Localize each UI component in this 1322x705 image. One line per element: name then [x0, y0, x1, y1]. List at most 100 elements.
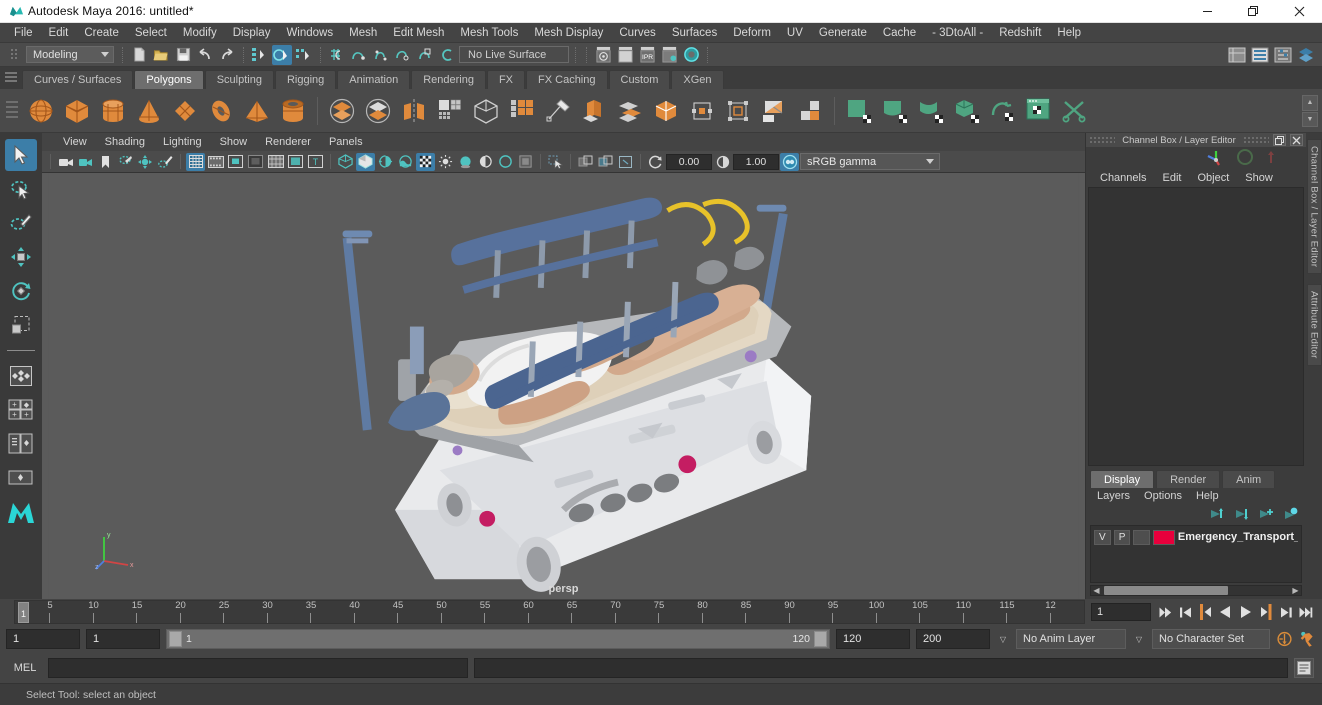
status-line-grip[interactable] — [4, 45, 24, 65]
poly-smooth-icon[interactable] — [433, 94, 467, 128]
range-slider[interactable]: 1 120 — [166, 629, 830, 649]
scroll-left-icon[interactable]: ◀ — [1091, 586, 1102, 595]
single-perspective-layout[interactable] — [5, 360, 37, 392]
save-scene-icon[interactable] — [173, 45, 193, 65]
gate-mask-icon[interactable] — [246, 153, 265, 171]
show-hide-tool-settings-icon[interactable] — [1273, 45, 1293, 65]
smooth-shade-all-icon[interactable] — [356, 152, 375, 171]
layer-list-hscrollbar[interactable]: ◀ ▶ — [1090, 585, 1302, 596]
select-by-component-icon[interactable] — [294, 45, 314, 65]
tab-anim[interactable]: Anim — [1222, 470, 1276, 488]
uv-spherical-icon[interactable] — [914, 94, 948, 128]
hypershade-icon[interactable] — [681, 45, 701, 65]
four-view-layout[interactable]: + ◆ + + — [5, 394, 37, 426]
wireframe-icon[interactable] — [336, 153, 355, 171]
redo-previous-render-icon[interactable] — [615, 45, 635, 65]
shelf-tab-custom[interactable]: Custom — [608, 70, 671, 89]
layer-menu-layers[interactable]: Layers — [1090, 488, 1137, 505]
color-management-selector[interactable]: sRGB gamma — [800, 153, 940, 170]
channel-box-menu-channels[interactable]: Channels — [1092, 169, 1154, 187]
use-default-light-icon[interactable] — [416, 152, 435, 171]
grease-pencil-icon[interactable] — [156, 153, 175, 171]
poly-wedge-icon[interactable] — [685, 94, 719, 128]
channel-box-menu-show[interactable]: Show — [1237, 169, 1281, 187]
poly-cylinder-icon[interactable] — [96, 94, 130, 128]
show-hide-modeling-toolkit-icon[interactable] — [1227, 45, 1247, 65]
poly-multicut-icon[interactable] — [505, 94, 539, 128]
range-slider-left-handle[interactable] — [169, 631, 182, 647]
menu-generate[interactable]: Generate — [811, 23, 875, 43]
poly-pyramid-icon[interactable] — [240, 94, 274, 128]
motion-blur-icon[interactable] — [476, 153, 495, 171]
scale-tool[interactable] — [5, 309, 37, 341]
shelf-tab-grip[interactable] — [5, 72, 17, 84]
range-end-field[interactable]: 120 — [836, 629, 910, 649]
resolution-gate-icon[interactable] — [226, 153, 245, 171]
animation-start-field[interactable]: 1 — [6, 629, 80, 649]
poly-reduce-icon[interactable] — [757, 94, 791, 128]
shelf-tab-polygons[interactable]: Polygons — [134, 70, 204, 89]
safe-title-icon[interactable]: T — [306, 153, 325, 171]
uv-planar-icon[interactable] — [842, 94, 876, 128]
viewport-menu-lighting[interactable]: Lighting — [154, 133, 211, 151]
command-language-label[interactable]: MEL — [8, 662, 42, 674]
menu-redshift[interactable]: Redshift — [991, 23, 1049, 43]
vertical-tab-channel-box[interactable]: Channel Box / Layer Editor — [1306, 139, 1322, 275]
shelf-tab-sculpting[interactable]: Sculpting — [204, 70, 274, 89]
poly-mirror-icon[interactable] — [397, 94, 431, 128]
viewport-menu-show[interactable]: Show — [211, 133, 257, 151]
uv-cylindrical-icon[interactable] — [878, 94, 912, 128]
tab-render[interactable]: Render — [1156, 470, 1221, 488]
xray-joints-icon[interactable] — [596, 153, 615, 171]
panel-undock-button[interactable] — [1273, 134, 1286, 146]
xray-icon[interactable] — [576, 153, 595, 171]
show-hide-channel-box-icon[interactable] — [1296, 45, 1316, 65]
poly-extrude-icon[interactable] — [541, 94, 575, 128]
layer-row[interactable]: V P Emergency_Transport_ — [1094, 529, 1298, 545]
select-by-hierarchy-icon[interactable] — [250, 45, 270, 65]
script-editor-icon[interactable] — [1294, 658, 1314, 678]
close-button[interactable] — [1276, 0, 1322, 23]
poly-sphere-icon[interactable] — [24, 94, 58, 128]
camera-attributes-icon[interactable] — [76, 153, 95, 171]
scroll-right-icon[interactable]: ▶ — [1290, 586, 1301, 595]
poly-combine-icon[interactable] — [469, 94, 503, 128]
menu-uv[interactable]: UV — [779, 23, 811, 43]
snap-to-curve-icon[interactable] — [349, 45, 369, 65]
layer-color-swatch[interactable] — [1153, 529, 1175, 545]
rotate-tool[interactable] — [5, 275, 37, 307]
shelf-tab-rendering[interactable]: Rendering — [411, 70, 486, 89]
lasso-select-tool[interactable] — [5, 173, 37, 205]
viewport-menu-renderer[interactable]: Renderer — [256, 133, 320, 151]
manipulator-axis-icon[interactable] — [1206, 148, 1226, 169]
perspective-viewport[interactable]: y x z persp — [42, 173, 1085, 599]
maximize-button[interactable] — [1230, 0, 1276, 23]
create-new-layer-icon[interactable] — [1257, 507, 1273, 524]
shelf-scroll-down-icon[interactable]: ▼ — [1302, 111, 1318, 127]
snap-to-point-icon[interactable] — [371, 45, 391, 65]
channel-box-list[interactable] — [1088, 187, 1304, 466]
poly-boolean-difference-icon[interactable] — [361, 94, 395, 128]
menu-edit[interactable]: Edit — [41, 23, 77, 43]
isolate-select-icon[interactable] — [546, 153, 565, 171]
uv-cut-icon[interactable] — [1058, 94, 1092, 128]
redo-icon[interactable] — [217, 45, 237, 65]
menu-modify[interactable]: Modify — [175, 23, 225, 43]
select-camera-icon[interactable] — [56, 153, 75, 171]
menu-select[interactable]: Select — [127, 23, 175, 43]
select-by-object-icon[interactable] — [272, 44, 292, 65]
poly-pipe-icon[interactable] — [276, 94, 310, 128]
shelf-scroll-buttons[interactable]: ▲ ▼ — [1302, 95, 1318, 127]
step-forward-frame-icon[interactable] — [1277, 603, 1294, 621]
persp-graph-layout[interactable] — [5, 462, 37, 494]
show-hide-attribute-editor-icon[interactable] — [1250, 45, 1270, 65]
shelf-tab-curves-surfaces[interactable]: Curves / Surfaces — [22, 70, 134, 89]
panel-drag-grip-right[interactable] — [1243, 136, 1269, 144]
layer-playback-toggle[interactable]: P — [1113, 529, 1131, 545]
snap-to-grid-icon[interactable] — [327, 45, 347, 65]
multisample-icon[interactable] — [496, 153, 515, 171]
menu-cache[interactable]: Cache — [875, 23, 924, 43]
undo-icon[interactable] — [195, 45, 215, 65]
channel-box-menu-object[interactable]: Object — [1189, 169, 1237, 187]
range-start-field[interactable]: 1 — [86, 629, 160, 649]
